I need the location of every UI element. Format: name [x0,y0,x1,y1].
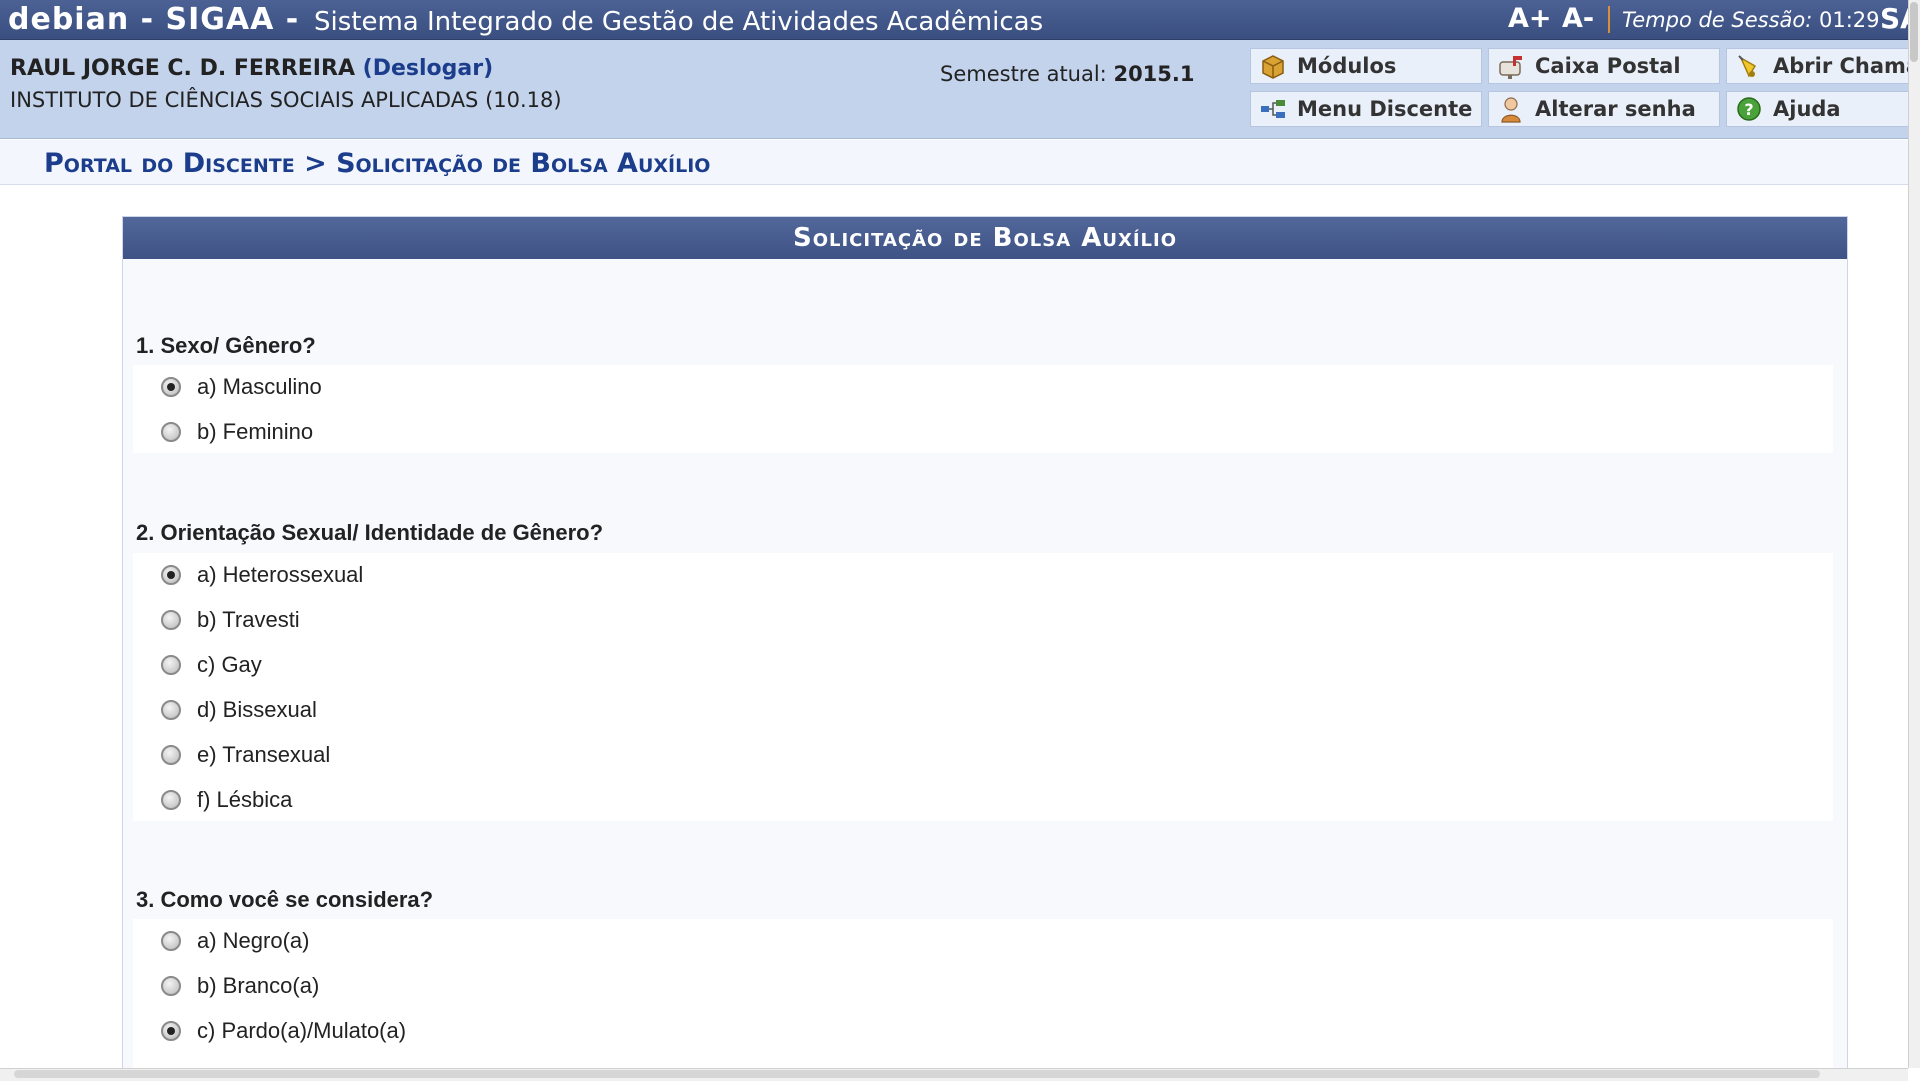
option-label: d) Bissexual [197,697,317,722]
modules-box-icon [1259,52,1287,80]
radio-button[interactable] [161,655,181,675]
user-name: RAUL JORGE C. D. FERREIRA [10,56,355,81]
student-menu-button[interactable]: Menu Discente [1250,91,1482,127]
change-password-button[interactable]: Alterar senha [1488,91,1720,127]
session-time: 01:29 [1819,8,1880,32]
radio-button[interactable] [161,377,181,397]
vertical-scroll-thumb[interactable] [1910,2,1918,62]
radio-button[interactable] [161,700,181,720]
radio-button[interactable] [161,565,181,585]
mailbox-label: Caixa Postal [1535,54,1681,78]
question-1-options [133,365,1833,453]
help-button[interactable]: ? Ajuda [1726,91,1920,127]
radio-button[interactable] [161,422,181,442]
radio-button[interactable] [161,931,181,951]
option-label: b) Travesti [197,607,300,632]
option-q3-branco[interactable]: b) Branco(a) [161,966,319,1006]
semester-label: Semestre atual: [940,62,1107,86]
form-panel: Solicitação de Bolsa Auxílio 1. Sexo/ Gê… [122,216,1848,1081]
breadcrumb[interactable]: Portal do Discente > Solicitação de Bols… [44,148,710,179]
vertical-scrollbar[interactable] [1908,0,1920,1068]
mailbox-icon [1497,52,1525,80]
radio-button[interactable] [161,610,181,630]
open-ticket-button[interactable]: Abrir Chama [1726,48,1920,84]
option-q1-feminino[interactable]: b) Feminino [161,412,313,452]
question-3: 3. Como você se considera? [136,887,434,912]
mailbox-button[interactable]: Caixa Postal [1488,48,1720,84]
session-timer: Tempo de Sessão: 01:29 [1622,8,1880,32]
modules-label: Módulos [1297,54,1397,78]
question-1: 1. Sexo/ Gênero? [136,333,316,358]
font-decrease-button[interactable]: A- [1562,3,1594,34]
option-label: f) Lésbica [197,787,293,812]
option-label: c) Pardo(a)/Mulato(a) [197,1018,407,1043]
option-q1-masculino[interactable]: a) Masculino [161,367,322,407]
student-menu-label: Menu Discente [1297,97,1473,121]
modules-button[interactable]: Módulos [1250,48,1482,84]
radio-button[interactable] [161,1021,181,1041]
question-2-options [133,553,1833,821]
divider [1608,6,1610,33]
option-label: b) Feminino [197,419,314,444]
option-label: e) Transexual [197,742,331,767]
option-label: b) Branco(a) [197,973,320,998]
bell-icon [1735,52,1763,80]
open-ticket-label: Abrir Chama [1773,54,1920,78]
svg-text:?: ? [1744,100,1753,119]
user-info: RAUL JORGE C. D. FERREIRA (Deslogar) [10,56,493,81]
help-icon: ? [1735,95,1763,123]
option-label: a) Heterossexual [197,562,364,587]
semester-value: 2015.1 [1113,62,1195,86]
change-password-label: Alterar senha [1535,97,1696,121]
option-q2-gay[interactable]: c) Gay [161,645,262,685]
radio-button[interactable] [161,745,181,765]
breadcrumb-bar: Portal do Discente > Solicitação de Bols… [0,140,1908,185]
user-key-icon [1497,95,1525,123]
option-q3-negro[interactable]: a) Negro(a) [161,921,309,961]
option-label: a) Negro(a) [197,928,310,953]
option-q2-transexual[interactable]: e) Transexual [161,735,330,775]
institute-name: INSTITUTO DE CIÊNCIAS SOCIAIS APLICADAS … [10,88,562,112]
logout-link[interactable]: (Deslogar) [363,56,494,81]
option-q2-travesti[interactable]: b) Travesti [161,600,300,640]
option-q2-heterossexual[interactable]: a) Heterossexual [161,555,363,595]
option-label: c) Gay [197,652,262,677]
menu-tree-icon [1259,95,1287,123]
radio-button[interactable] [161,976,181,996]
system-title: Sistema Integrado de Gestão de Atividade… [314,7,1044,37]
option-q3-pardo[interactable]: c) Pardo(a)/Mulato(a) [161,1011,406,1051]
user-panel: RAUL JORGE C. D. FERREIRA (Deslogar) INS… [0,40,1920,139]
semester-info: Semestre atual: 2015.1 [940,62,1195,86]
help-label: Ajuda [1773,97,1841,121]
form-title: Solicitação de Bolsa Auxílio [123,217,1847,259]
top-bar: debian - SIGAA - Sistema Integrado de Ge… [0,0,1920,40]
option-label: a) Masculino [197,374,322,399]
horizontal-scroll-thumb[interactable] [14,1070,1820,1078]
question-2: 2. Orientação Sexual/ Identidade de Gêne… [136,520,604,545]
font-increase-button[interactable]: A+ [1508,3,1552,34]
radio-button[interactable] [161,790,181,810]
system-name: debian - SIGAA - [8,2,300,37]
option-q2-lesbica[interactable]: f) Lésbica [161,780,292,820]
question-3-options [133,919,1833,1081]
option-q2-bissexual[interactable]: d) Bissexual [161,690,317,730]
session-label: Tempo de Sessão: [1622,8,1813,32]
